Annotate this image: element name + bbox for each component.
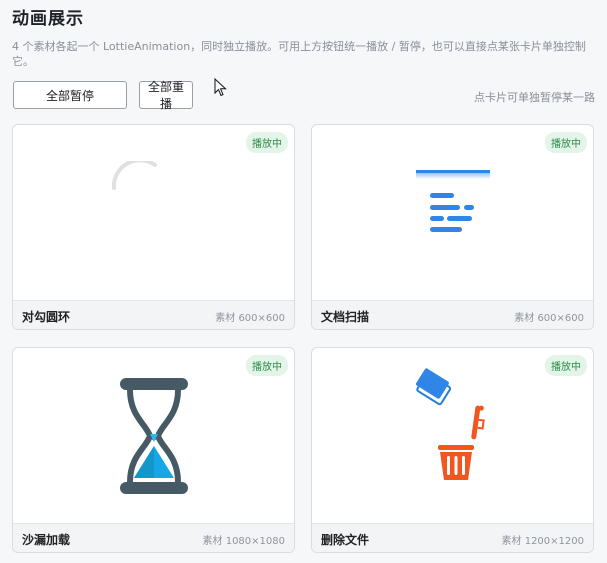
hourglass-icon: [120, 378, 188, 494]
toolbar: 全部暂停 全部重播 点卡片可单独暂停某一路: [12, 80, 595, 111]
checkmark-ring-spinner-icon: [111, 161, 157, 190]
mouse-cursor-icon: [214, 78, 227, 97]
animation-card-delete-file[interactable]: 播放中 删除文件 素材 1200×1200: [311, 347, 594, 553]
animation-card-document-scan[interactable]: 播放中 文档扫描 素材 600×600: [311, 124, 594, 330]
card-footer: 沙漏加载 素材 1080×1080: [13, 523, 294, 552]
card-meta: 素材 1200×1200: [501, 536, 584, 547]
toolbar-hint: 点卡片可单独暂停某一路: [474, 91, 595, 104]
card-meta: 素材 600×600: [215, 313, 285, 324]
card-title: 删除文件: [321, 533, 370, 547]
card-title: 对勾圆环: [22, 310, 71, 324]
document-scan-icon: [416, 170, 490, 232]
card-meta: 素材 600×600: [514, 313, 584, 324]
animation-showcase-page: 动画展示 4 个素材各起一个 LottieAnimation，同时独立播放。可用…: [0, 0, 607, 563]
status-badge: 播放中: [246, 132, 288, 153]
card-title: 沙漏加载: [22, 533, 71, 547]
status-badge: 播放中: [246, 355, 288, 376]
card-meta: 素材 1080×1080: [202, 536, 285, 547]
status-badge: 播放中: [545, 132, 587, 153]
pause-all-button[interactable]: 全部暂停: [13, 81, 127, 109]
page-description: 4 个素材各起一个 LottieAnimation，同时独立播放。可用上方按钮统…: [12, 40, 586, 68]
page-title: 动画展示: [12, 9, 84, 29]
animation-card-hourglass[interactable]: 播放中 沙漏加载 素材 1080×1080: [12, 347, 295, 553]
replay-all-button[interactable]: 全部重播: [139, 80, 193, 111]
delete-file-trash-icon: [416, 368, 485, 480]
animation-card-checkmark-ring[interactable]: 播放中 对勾圆环 素材 600×600: [12, 124, 295, 330]
card-title: 文档扫描: [321, 310, 370, 324]
card-footer: 文档扫描 素材 600×600: [312, 300, 593, 329]
card-footer: 删除文件 素材 1200×1200: [312, 523, 593, 552]
status-badge: 播放中: [545, 355, 587, 376]
card-footer: 对勾圆环 素材 600×600: [13, 300, 294, 329]
